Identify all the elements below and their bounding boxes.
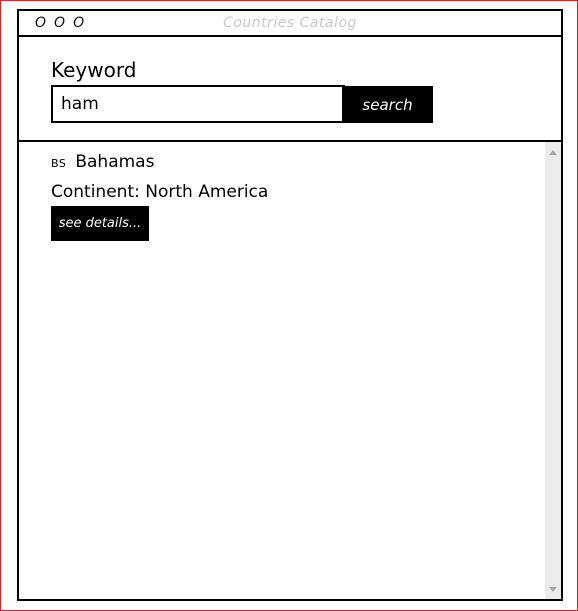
scroll-down-arrow-icon[interactable] [545, 581, 561, 597]
keyword-label: Keyword [51, 58, 137, 82]
outer-frame: O O O Countries Catalog Keyword search B… [0, 0, 578, 611]
country-result-item: BS Bahamas Continent: North America see … [51, 152, 268, 241]
app-window: O O O Countries Catalog Keyword search B… [17, 9, 563, 601]
country-header: BS Bahamas [51, 152, 268, 178]
search-panel: Keyword search [19, 37, 561, 142]
continent-line: Continent: North America [51, 180, 268, 204]
results-list: BS Bahamas Continent: North America see … [19, 142, 561, 599]
continent-value: North America [145, 182, 269, 202]
vertical-scrollbar[interactable] [545, 142, 561, 599]
continent-label: Continent: [51, 182, 140, 202]
window-title: Countries Catalog [223, 15, 357, 31]
keyword-input[interactable] [51, 85, 345, 123]
country-name: Bahamas [75, 152, 155, 172]
search-button[interactable]: search [342, 86, 433, 123]
scroll-up-arrow-icon[interactable] [545, 144, 561, 160]
country-code: BS [51, 157, 67, 170]
titlebar: O O O Countries Catalog [19, 11, 561, 37]
see-details-button[interactable]: see details... [51, 206, 149, 241]
